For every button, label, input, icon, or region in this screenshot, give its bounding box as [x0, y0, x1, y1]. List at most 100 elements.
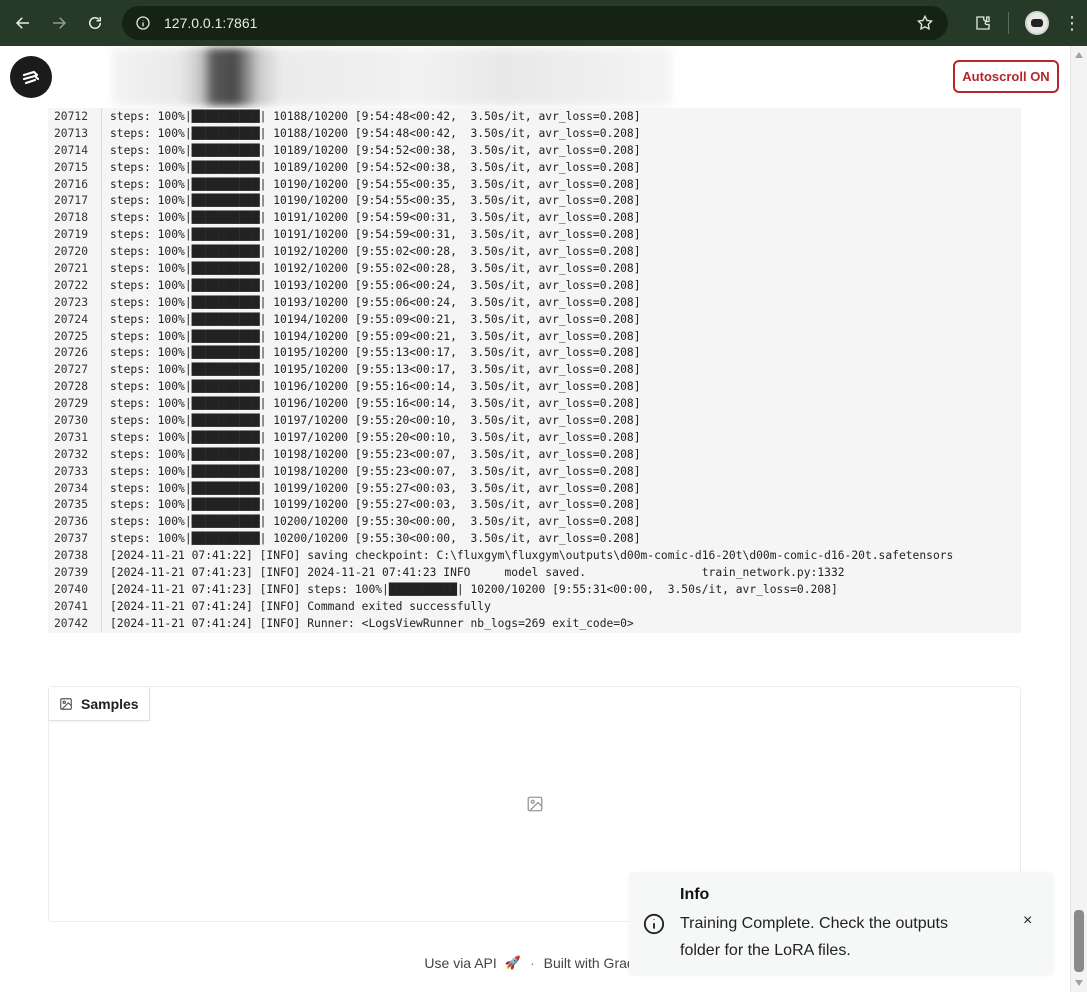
log-line-number: 20730 [48, 412, 102, 429]
log-line-text: [2024-11-21 07:41:24] [INFO] Command exi… [110, 599, 491, 613]
scrollbar-thumb[interactable] [1074, 910, 1084, 972]
log-line-text: steps: 100%|██████████| 10198/10200 [9:5… [110, 447, 641, 461]
log-line-number: 20728 [48, 378, 102, 396]
log-viewer[interactable]: 20712 steps: 100%|██████████| 10188/10200… [48, 108, 1021, 633]
log-line-text: steps: 100%|██████████| 10194/10200 [9:5… [110, 329, 641, 343]
log-line: 20719 steps: 100%|██████████| 10191/10200… [48, 226, 1021, 244]
log-line: 20734 steps: 100%|██████████| 10199/10200… [48, 479, 1021, 497]
log-line-text: steps: 100%|██████████| 10200/10200 [9:5… [110, 515, 641, 529]
log-line-number: 20712 [48, 108, 102, 125]
log-line-text: steps: 100%|██████████| 10191/10200 [9:5… [110, 228, 641, 242]
toast-title: Info [680, 886, 710, 903]
log-line-number: 20733 [48, 462, 102, 480]
bookmark-star-icon[interactable] [916, 14, 934, 32]
log-line-number: 20727 [48, 361, 102, 379]
log-line: 20740 [2024-11-21 07:41:23] [INFO] steps:… [48, 580, 1021, 598]
log-line-number: 20718 [48, 209, 102, 227]
log-line: 20713 steps: 100%|██████████| 10188/10200… [48, 124, 1021, 142]
app-header: Autoscroll ON [0, 46, 1070, 108]
log-line: 20724 steps: 100%|██████████| 10194/10200… [48, 310, 1021, 328]
browser-menu-icon[interactable]: ⋮ [1057, 6, 1087, 40]
log-line-text: steps: 100%|██████████| 10191/10200 [9:5… [110, 211, 641, 225]
log-line: 20721 steps: 100%|██████████| 10192/10200… [48, 260, 1021, 277]
autoscroll-toggle-button[interactable]: Autoscroll ON [953, 60, 1059, 93]
log-line-text: steps: 100%|██████████| 10190/10200 [9:5… [110, 194, 641, 208]
log-line-number: 20729 [48, 395, 102, 413]
log-line-text: steps: 100%|██████████| 10200/10200 [9:5… [110, 532, 641, 546]
log-line: 20735 steps: 100%|██████████| 10199/10200… [48, 496, 1021, 514]
log-line-text: [2024-11-21 07:41:23] [INFO] 2024-11-21 … [110, 565, 845, 579]
site-info-icon[interactable] [134, 14, 152, 32]
log-line: 20742 [2024-11-21 07:41:24] [INFO] Runner… [48, 614, 1021, 632]
log-line-number: 20715 [48, 158, 102, 176]
log-line-text: steps: 100%|██████████| 10189/10200 [9:5… [110, 160, 641, 174]
log-line-number: 20740 [48, 580, 102, 598]
log-line-text: steps: 100%|██████████| 10193/10200 [9:5… [110, 295, 641, 309]
log-line: 20738 [2024-11-21 07:41:22] [INFO] saving… [48, 547, 1021, 565]
scroll-up-arrow-icon[interactable] [1075, 52, 1083, 58]
log-line-text: steps: 100%|██████████| 10199/10200 [9:5… [110, 481, 641, 495]
toolbar-divider [1008, 12, 1009, 34]
log-line-text: steps: 100%|██████████| 10190/10200 [9:5… [110, 177, 641, 191]
info-toast: Info Training Complete. Check the output… [629, 872, 1053, 974]
log-line: 20739 [2024-11-21 07:41:23] [INFO] 2024-1… [48, 564, 1021, 581]
empty-image-icon [527, 796, 543, 812]
log-line-text: steps: 100%|██████████| 10194/10200 [9:5… [110, 312, 641, 326]
log-line: 20718 steps: 100%|██████████| 10191/10200… [48, 209, 1021, 227]
toast-close-button[interactable]: × [1023, 912, 1032, 930]
profile-avatar[interactable] [1025, 11, 1049, 35]
reload-icon[interactable] [77, 5, 113, 41]
log-line-text: steps: 100%|██████████| 10195/10200 [9:5… [110, 363, 641, 377]
log-line-text: [2024-11-21 07:41:24] [INFO] Runner: <Lo… [110, 616, 634, 630]
app-logo [10, 56, 52, 98]
samples-tab[interactable]: Samples [49, 687, 150, 721]
forward-icon[interactable] [41, 5, 77, 41]
browser-toolbar: 127.0.0.1:7861 ⋮ [0, 0, 1087, 46]
log-line-text: [2024-11-21 07:41:22] [INFO] saving chec… [110, 549, 954, 563]
log-line: 20737 steps: 100%|██████████| 10200/10200… [48, 530, 1021, 548]
log-line-number: 20731 [48, 428, 102, 446]
log-line-text: steps: 100%|██████████| 10195/10200 [9:5… [110, 346, 641, 360]
log-line: 20727 steps: 100%|██████████| 10195/10200… [48, 361, 1021, 379]
log-line: 20726 steps: 100%|██████████| 10195/10200… [48, 344, 1021, 362]
page-scrollbar[interactable] [1070, 46, 1087, 992]
log-line: 20732 steps: 100%|██████████| 10198/10200… [48, 445, 1021, 463]
log-line-number: 20714 [48, 141, 102, 159]
log-line: 20716 steps: 100%|██████████| 10190/10200… [48, 175, 1021, 193]
extensions-icon[interactable] [966, 6, 1000, 40]
log-line-text: steps: 100%|██████████| 10196/10200 [9:5… [110, 397, 641, 411]
log-line-number: 20717 [48, 192, 102, 210]
log-line-text: [2024-11-21 07:41:23] [INFO] steps: 100%… [110, 582, 838, 596]
log-line-text: steps: 100%|██████████| 10198/10200 [9:5… [110, 464, 641, 478]
log-line-text: steps: 100%|██████████| 10189/10200 [9:5… [110, 143, 641, 157]
log-line-number: 20724 [48, 310, 102, 328]
log-line-text: steps: 100%|██████████| 10197/10200 [9:5… [110, 413, 641, 427]
log-line: 20729 steps: 100%|██████████| 10196/10200… [48, 395, 1021, 413]
log-line: 20728 steps: 100%|██████████| 10196/10200… [48, 378, 1021, 396]
log-line-number: 20725 [48, 327, 102, 345]
log-line: 20733 steps: 100%|██████████| 10198/10200… [48, 462, 1021, 480]
log-line-number: 20723 [48, 293, 102, 311]
log-line-number: 20719 [48, 226, 102, 244]
address-bar[interactable]: 127.0.0.1:7861 [122, 6, 948, 40]
log-line: 20736 steps: 100%|██████████| 10200/10200… [48, 513, 1021, 531]
log-line-text: steps: 100%|██████████| 10196/10200 [9:5… [110, 380, 641, 394]
log-line-text: steps: 100%|██████████| 10197/10200 [9:5… [110, 430, 641, 444]
scroll-down-arrow-icon[interactable] [1075, 980, 1083, 986]
log-line: 20717 steps: 100%|██████████| 10190/10200… [48, 192, 1021, 210]
log-line: 20715 steps: 100%|██████████| 10189/10200… [48, 158, 1021, 176]
log-line-text: steps: 100%|██████████| 10193/10200 [9:5… [110, 278, 641, 292]
log-line: 20714 steps: 100%|██████████| 10189/10200… [48, 141, 1021, 159]
back-icon[interactable] [5, 5, 41, 41]
log-line: 20725 steps: 100%|██████████| 10194/10200… [48, 327, 1021, 345]
page: Autoscroll ON 20712 steps: 100%|█████████… [0, 46, 1087, 992]
log-line-number: 20741 [48, 597, 102, 615]
log-line-number: 20739 [48, 564, 102, 581]
log-line-number: 20721 [48, 260, 102, 277]
blurred-header-region [112, 48, 672, 106]
use-via-api-link[interactable]: Use via API [424, 955, 496, 971]
url-text: 127.0.0.1:7861 [164, 15, 258, 31]
footer-separator: · [529, 955, 535, 971]
log-line-text: steps: 100%|██████████| 10199/10200 [9:5… [110, 498, 641, 512]
log-line-number: 20736 [48, 513, 102, 531]
